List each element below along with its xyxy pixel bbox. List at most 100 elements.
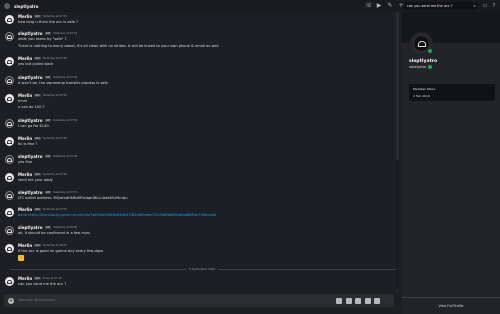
- search-value: can you send me the acc ?: [407, 4, 453, 8]
- avatar[interactable]: [5, 277, 14, 286]
- help-icon[interactable]: ?: [491, 3, 497, 9]
- author-name[interactable]: sleptlyatro: [18, 75, 43, 80]
- server-tag: GM: [34, 56, 41, 61]
- member-since-card: Member Since 4 Feb 2019: [409, 84, 495, 101]
- timestamp: Yesterday at 08:05: [42, 244, 67, 247]
- author-name[interactable]: sleptlyatro: [18, 190, 43, 195]
- avatar-icon: [7, 34, 12, 39]
- gift-icon[interactable]: [336, 297, 342, 304]
- inbox-icon[interactable]: ▭: [482, 3, 488, 9]
- pin-icon[interactable]: ✎: [387, 3, 393, 9]
- timestamp: Yesterday at 07:56: [42, 57, 67, 60]
- avatar[interactable]: [5, 137, 14, 146]
- search-input[interactable]: can you send me the acc ? ×: [404, 2, 478, 10]
- avatar[interactable]: [5, 173, 14, 182]
- message-text: send me your addy: [18, 178, 53, 182]
- author-name[interactable]: sleptlyatro: [18, 225, 43, 230]
- view-full-profile-link[interactable]: View Full Profile: [402, 304, 500, 308]
- avatar[interactable]: [5, 15, 14, 24]
- avatar-icon: [7, 246, 12, 251]
- timestamp: Yesterday at 08:00: [52, 226, 78, 229]
- member-since-label: Member Since: [413, 87, 436, 91]
- timestamp: Yesterday at 07:59: [42, 208, 67, 211]
- author-name[interactable]: Merlin: [18, 172, 32, 177]
- message-text: hmm: [18, 99, 28, 103]
- author-name[interactable]: Merlin: [18, 207, 32, 212]
- author-name[interactable]: sleptlyatro: [18, 154, 43, 159]
- emoji-icon[interactable]: [364, 297, 371, 304]
- author-name[interactable]: Merlin: [18, 243, 32, 248]
- author-name[interactable]: Merlin: [18, 14, 32, 19]
- timestamp: Yesterday at 07:56: [52, 155, 78, 158]
- server-tag: GM: [44, 75, 51, 80]
- author-name[interactable]: Merlin: [18, 276, 32, 281]
- message-text: yes fine: [18, 160, 33, 164]
- thumbs-up-reaction-icon[interactable]: 👍: [18, 255, 24, 261]
- timestamp: Yesterday at 07:56: [42, 137, 67, 140]
- at-icon: [4, 3, 10, 9]
- title-bar: sleptlyatro ☏ ▶ ✎ + ● can you send me th…: [0, 0, 500, 12]
- author-name[interactable]: sleptlyatro: [18, 118, 43, 123]
- timestamp: Yesterday at 07:57: [52, 191, 78, 194]
- profile-username: sleptlyatro: [409, 65, 426, 69]
- apps-icon[interactable]: [374, 297, 380, 304]
- message-text: yes but pulled back: [18, 62, 54, 66]
- avatar[interactable]: [5, 155, 14, 164]
- server-tag: GM: [44, 31, 51, 36]
- sticker-icon[interactable]: [355, 297, 361, 304]
- avatar-icon: [7, 59, 12, 64]
- timestamp: Yesterday at 07:56: [52, 119, 78, 122]
- gif-icon[interactable]: [345, 297, 352, 304]
- profile-username-row: sleptlyatro: [409, 65, 432, 69]
- avatar-icon: [7, 279, 12, 284]
- server-tag: GM: [34, 207, 41, 212]
- clear-search-icon[interactable]: ×: [473, 2, 476, 10]
- attach-plus-icon[interactable]: +: [8, 297, 14, 304]
- timestamp: Yesterday at 07:56: [42, 173, 67, 176]
- avatar[interactable]: [5, 208, 14, 217]
- badge-icon: [427, 65, 432, 69]
- author-name[interactable]: Merlin: [18, 93, 32, 98]
- message-text: ok, it should be confirmed in a few mins: [18, 231, 91, 235]
- author-name[interactable]: sleptlyatro: [18, 31, 43, 36]
- timestamp: Today at 07:10: [42, 277, 62, 280]
- message-text: ltc is fine ?: [18, 142, 38, 146]
- message-text: LTC wallet address: MQwmdHkBdHFkdapUBLLn…: [18, 196, 128, 200]
- voice-call-icon[interactable]: ☏: [365, 3, 373, 9]
- timestamp: Yesterday at 07:55: [42, 15, 67, 18]
- date-divider-label: 5 September 2024: [186, 267, 219, 271]
- timestamp: Yesterday at 07:56: [52, 76, 78, 79]
- message-text: u can do 100 ?: [18, 105, 45, 109]
- server-tag: GM: [44, 190, 51, 195]
- timestamp: Yesterday at 07:56: [42, 94, 67, 97]
- server-tag: GM: [44, 154, 51, 159]
- avatar-icon: [7, 139, 12, 144]
- avatar[interactable]: [5, 94, 14, 103]
- server-tag: GM: [44, 118, 51, 123]
- author-name[interactable]: Merlin: [18, 56, 32, 61]
- avatar[interactable]: [5, 191, 14, 200]
- author-name[interactable]: Merlin: [18, 136, 32, 141]
- message-text: There is nothing to worry about, it's al…: [18, 44, 219, 48]
- avatar[interactable]: [5, 226, 14, 235]
- avatar-icon: [7, 78, 12, 83]
- server-tag: GM: [34, 243, 41, 248]
- avatar[interactable]: [5, 119, 14, 128]
- avatar[interactable]: [5, 76, 14, 85]
- message-text: I can go for $140: [18, 124, 49, 128]
- transaction-link[interactable]: done https://live.blockcypher.com/ltc/tx…: [18, 213, 216, 217]
- avatar[interactable]: [5, 57, 14, 66]
- message-composer[interactable]: + Message @sleptlyatro: [4, 294, 394, 307]
- timestamp: Yesterday at 07:55: [52, 32, 78, 35]
- avatar-icon: [7, 193, 12, 198]
- avatar-icon: [7, 121, 12, 126]
- scrollbar-thumb[interactable]: [396, 160, 399, 290]
- video-call-icon[interactable]: ▶: [376, 3, 382, 9]
- avatar[interactable]: [5, 32, 14, 41]
- server-tag: GM: [34, 276, 41, 281]
- server-tag: GM: [34, 172, 41, 177]
- channel-title: sleptlyatro: [14, 3, 39, 9]
- profile-footer: View Full Profile: [402, 297, 500, 314]
- message-text: how long u think the acc is safe ?: [18, 20, 79, 24]
- avatar[interactable]: [5, 244, 14, 253]
